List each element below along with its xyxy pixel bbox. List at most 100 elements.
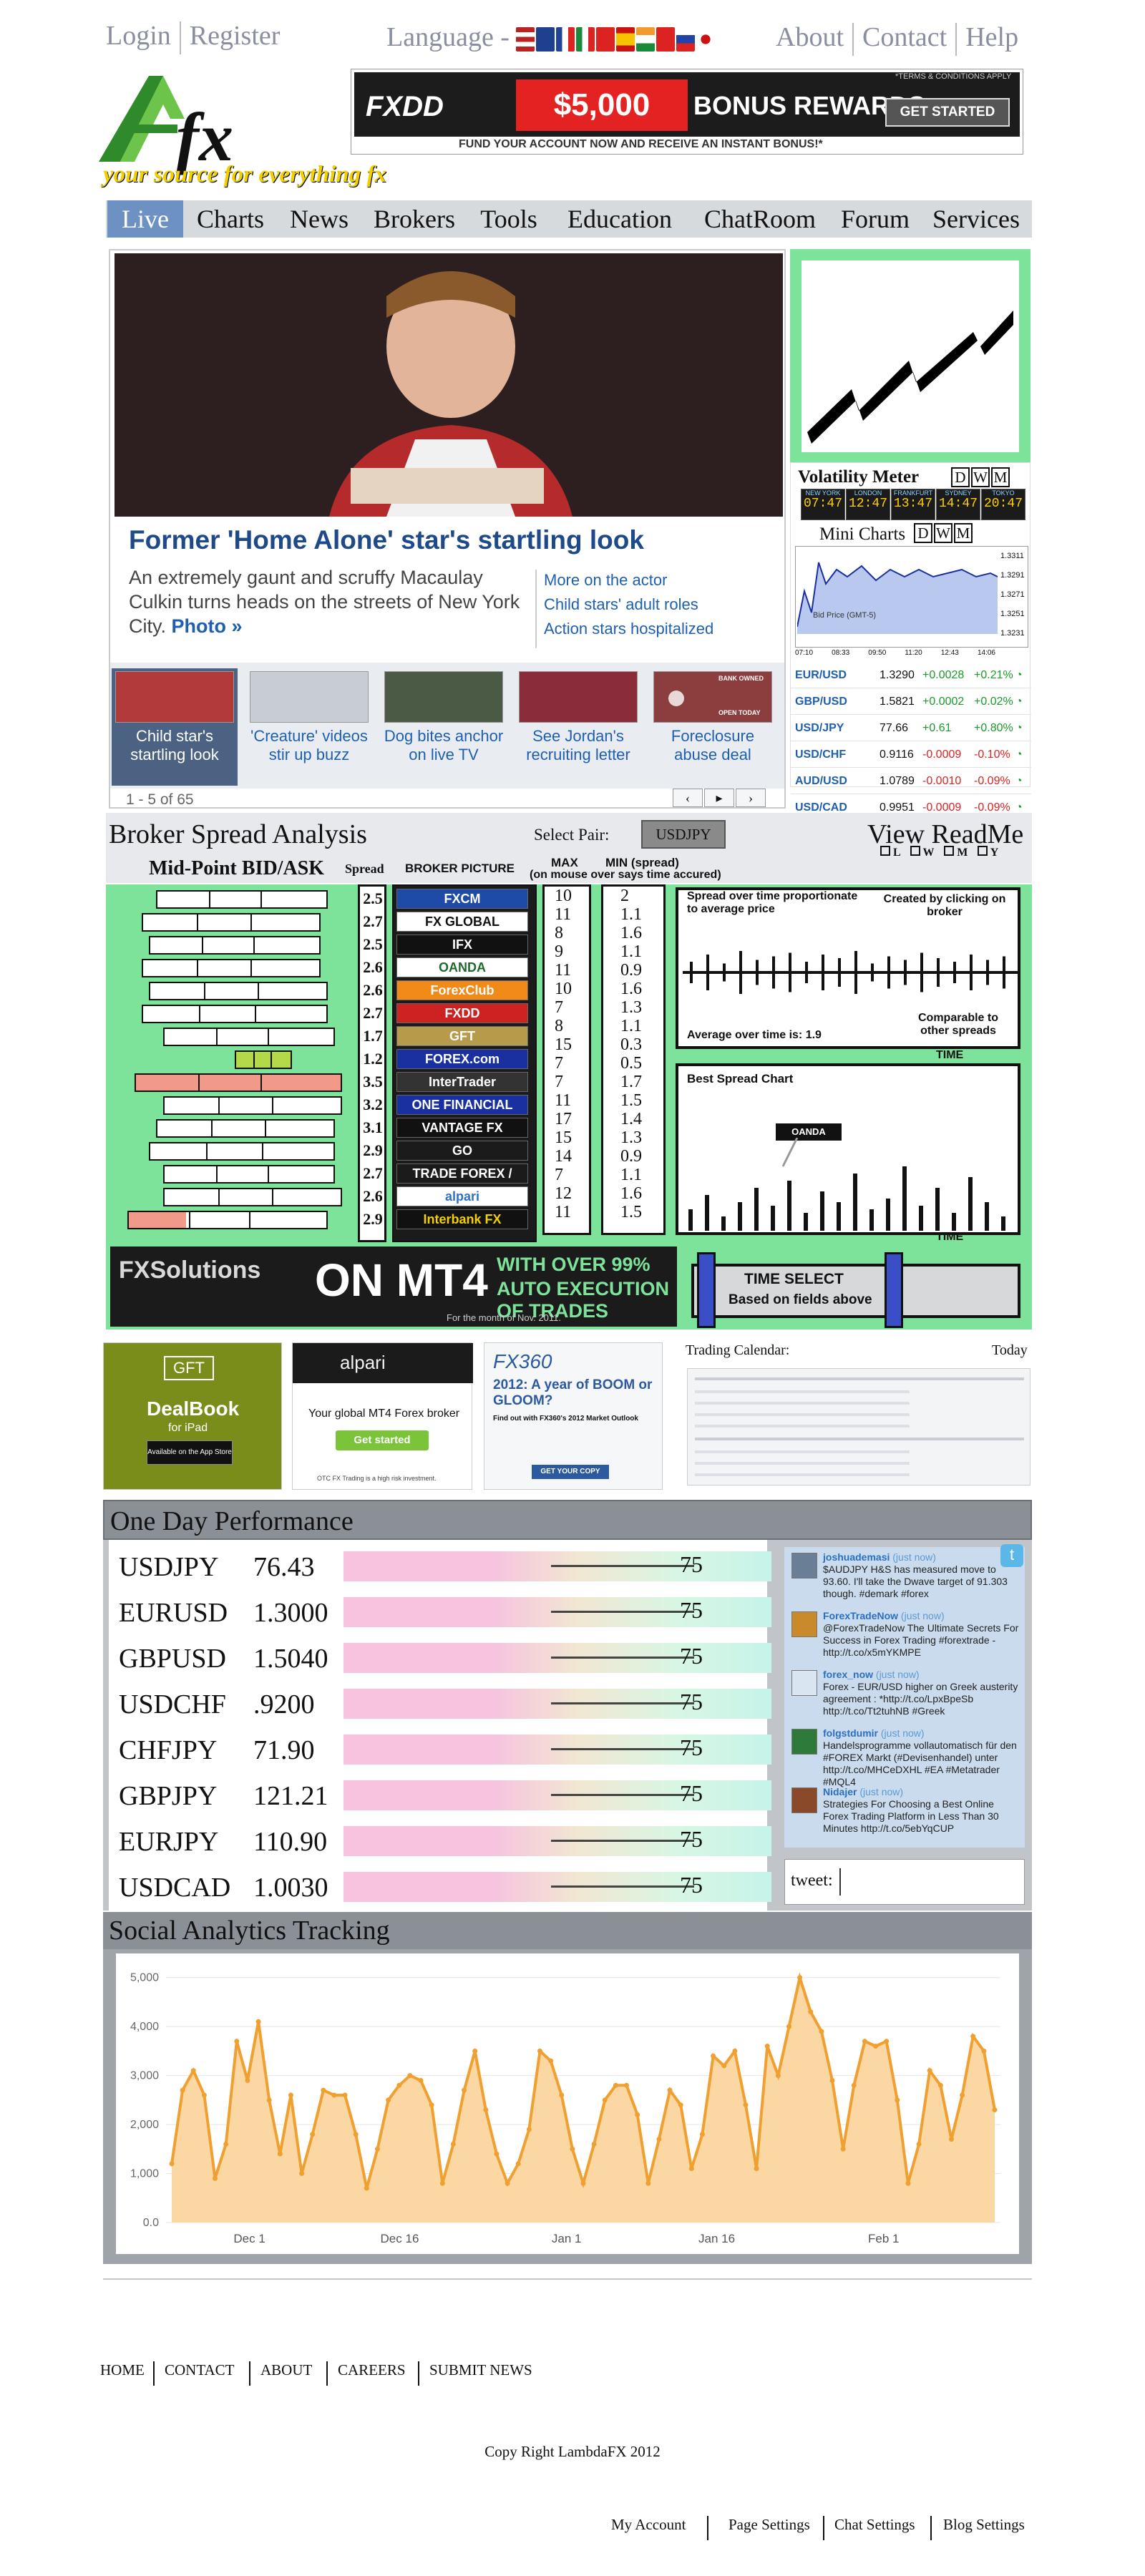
data-point[interactable] bbox=[970, 2034, 976, 2039]
perf-bar[interactable]: 75 bbox=[344, 1597, 771, 1627]
perf-row[interactable]: USDCAD 1.0030 75 bbox=[119, 1866, 777, 1906]
data-point[interactable] bbox=[255, 2019, 261, 2024]
rate-row[interactable]: GBP/USD 1.5821 +0.0002 +0.02% ◔ bbox=[791, 688, 1031, 715]
data-point[interactable] bbox=[570, 2146, 575, 2152]
data-point[interactable] bbox=[429, 2102, 434, 2108]
best-spread-bar[interactable] bbox=[738, 1202, 742, 1231]
nav-tools[interactable]: Tools bbox=[468, 200, 550, 238]
rate-pair[interactable]: GBP/USD bbox=[795, 696, 847, 708]
best-spread-bar[interactable] bbox=[721, 1216, 726, 1231]
best-spread-bar[interactable] bbox=[804, 1213, 808, 1231]
data-point[interactable] bbox=[234, 2039, 240, 2044]
flag-es-icon[interactable] bbox=[616, 27, 635, 52]
best-spread-bar[interactable] bbox=[919, 1206, 923, 1231]
period-w-button[interactable]: W bbox=[934, 523, 952, 543]
rate-pair[interactable]: AUD/USD bbox=[795, 775, 847, 788]
data-point[interactable] bbox=[277, 2151, 283, 2157]
data-point[interactable] bbox=[645, 2180, 651, 2186]
data-point[interactable] bbox=[916, 2141, 922, 2147]
data-point[interactable] bbox=[439, 2180, 445, 2186]
perf-row[interactable]: USDJPY 76.43 75 bbox=[119, 1546, 777, 1586]
data-point[interactable] bbox=[364, 2185, 369, 2191]
broker-logo[interactable]: FX GLOBAL bbox=[396, 912, 528, 932]
page-settings-link[interactable]: Page Settings bbox=[729, 2516, 810, 2534]
flag-it-icon[interactable] bbox=[576, 27, 595, 52]
app-store-button[interactable]: Available on the App Store bbox=[147, 1440, 233, 1465]
data-point[interactable] bbox=[808, 2009, 814, 2015]
contact-link[interactable]: Contact bbox=[862, 22, 947, 52]
data-point[interactable] bbox=[732, 2048, 738, 2054]
midpoint-bar[interactable] bbox=[235, 1050, 292, 1069]
midpoint-bar[interactable] bbox=[149, 982, 328, 1000]
data-point[interactable] bbox=[559, 2092, 565, 2098]
perf-bar[interactable]: 75 bbox=[344, 1551, 771, 1581]
related-link[interactable]: Child stars' adult roles bbox=[544, 595, 698, 614]
best-spread-bar[interactable] bbox=[754, 1188, 759, 1231]
broker-logo[interactable]: FXCM bbox=[396, 889, 528, 909]
tweet-user[interactable]: ForexTradeNow bbox=[823, 1610, 898, 1621]
midpoint-bar[interactable] bbox=[135, 1073, 342, 1092]
best-spread-bar[interactable] bbox=[820, 1191, 824, 1231]
data-point[interactable] bbox=[775, 2073, 781, 2079]
midpoint-bar[interactable] bbox=[149, 1142, 335, 1161]
broker-logo[interactable]: Interbank FX bbox=[396, 1209, 528, 1229]
data-point[interactable] bbox=[688, 2166, 694, 2172]
midpoint-bar[interactable] bbox=[156, 890, 328, 909]
flag-in-icon[interactable] bbox=[636, 27, 656, 52]
data-point[interactable] bbox=[819, 2029, 824, 2034]
data-point[interactable] bbox=[310, 2132, 316, 2137]
tweet-item[interactable]: Nidajer (just now) Strategies For Choosin… bbox=[791, 1786, 1020, 1835]
thumb-item[interactable]: Dog bites anchor on live TV bbox=[381, 668, 507, 786]
register-link[interactable]: Register bbox=[190, 21, 281, 51]
time-select-end-handle[interactable] bbox=[885, 1252, 903, 1328]
period-d-button[interactable]: D bbox=[951, 467, 970, 487]
alpari-ad[interactable]: alpari Your global MT4 Forex broker Get … bbox=[292, 1342, 473, 1490]
nav-news[interactable]: News bbox=[278, 200, 361, 238]
data-point[interactable] bbox=[754, 2166, 759, 2172]
broker-logo[interactable]: alpari bbox=[396, 1186, 528, 1206]
my-account-link[interactable]: My Account bbox=[611, 2516, 686, 2534]
footer-contact-link[interactable]: CONTACT bbox=[165, 2361, 234, 2379]
best-spread-bar[interactable] bbox=[771, 1206, 775, 1231]
data-point[interactable] bbox=[862, 2039, 867, 2044]
thumb-item[interactable]: BANK OWNED OPEN TODAY Foreclosure abuse de… bbox=[650, 668, 776, 786]
best-spread-bar[interactable] bbox=[869, 1209, 874, 1231]
time-select-start-handle[interactable] bbox=[697, 1252, 716, 1328]
fxdd-banner-ad[interactable]: FXDD $5,000 BONUS REWARDS GET STARTED *T… bbox=[351, 69, 1023, 155]
midpoint-bar[interactable] bbox=[163, 1028, 335, 1046]
data-point[interactable] bbox=[266, 2097, 272, 2103]
data-point[interactable] bbox=[190, 2068, 196, 2074]
rate-row[interactable]: AUD/USD 1.0789 -0.0010 -0.09% ◔ bbox=[791, 768, 1031, 794]
refresh-icon[interactable]: ◔ bbox=[1015, 669, 1023, 682]
data-point[interactable] bbox=[613, 2082, 618, 2088]
flag-fr-icon[interactable] bbox=[556, 27, 575, 52]
fx360-button[interactable]: GET YOUR COPY bbox=[532, 1465, 609, 1479]
best-spread-bar[interactable] bbox=[902, 1166, 907, 1231]
data-point[interactable] bbox=[515, 2161, 521, 2167]
calendar-period[interactable]: Today bbox=[992, 1342, 1028, 1359]
period-w-button[interactable]: W bbox=[971, 467, 990, 487]
broker-logo[interactable]: IFX bbox=[396, 935, 528, 955]
tweet-item[interactable]: forex_now (just now) Forex - EUR/USD high… bbox=[791, 1669, 1020, 1717]
data-point[interactable] bbox=[743, 2102, 749, 2108]
best-spread-bar[interactable] bbox=[853, 1174, 857, 1231]
rate-row[interactable]: EUR/USD 1.3290 +0.0028 +0.21% ◔ bbox=[791, 662, 1031, 688]
perf-row[interactable]: CHFJPY 71.90 75 bbox=[119, 1729, 777, 1769]
nav-brokers[interactable]: Brokers bbox=[361, 200, 468, 238]
data-point[interactable] bbox=[667, 2087, 673, 2093]
data-point[interactable] bbox=[948, 2137, 954, 2142]
pager-play-button[interactable]: ▸ bbox=[704, 789, 734, 807]
data-point[interactable] bbox=[905, 2180, 911, 2186]
nav-services[interactable]: Services bbox=[920, 200, 1032, 238]
pager-prev-button[interactable]: ‹ bbox=[673, 789, 703, 807]
data-point[interactable] bbox=[656, 2137, 662, 2142]
midpoint-bar[interactable] bbox=[142, 959, 321, 977]
data-point[interactable] bbox=[526, 2127, 532, 2132]
tweet-input-box[interactable]: tweet: bbox=[784, 1859, 1025, 1905]
related-link[interactable]: More on the actor bbox=[544, 571, 667, 590]
pager-next-button[interactable]: › bbox=[736, 789, 766, 807]
perf-bar[interactable]: 75 bbox=[344, 1872, 771, 1902]
data-point[interactable] bbox=[895, 2097, 900, 2103]
fx360-ad[interactable]: FX360 2012: A year of BOOM or GLOOM? Fin… bbox=[484, 1342, 663, 1490]
data-point[interactable] bbox=[786, 2024, 791, 2029]
